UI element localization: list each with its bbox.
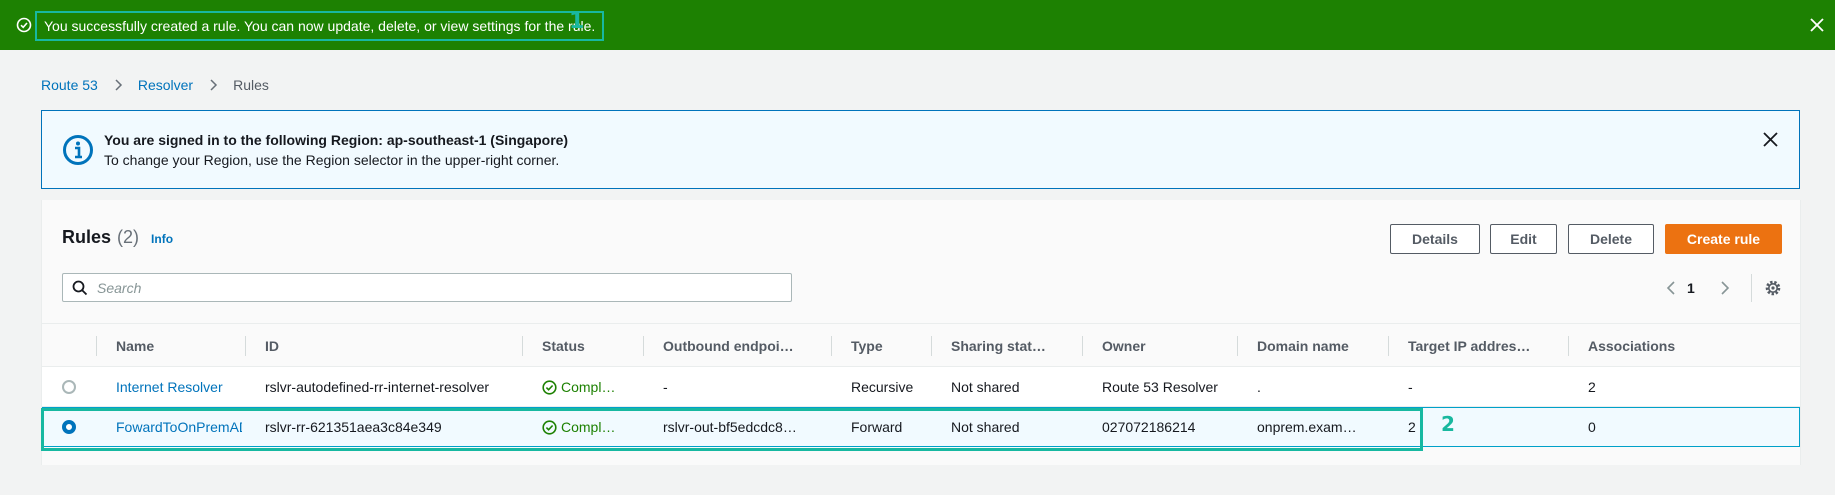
column-divider [1568,336,1569,356]
search-input[interactable] [97,278,777,298]
alert-description: To change your Region, use the Region se… [104,152,560,168]
breadcrumb-route53[interactable]: Route 53 [41,77,98,93]
annotation-marker-1: 1 [569,9,585,34]
column-divider [522,336,523,356]
outbound-endpoint: rslvr-out-bf5edcdc8… [663,419,797,435]
column-header-domain-name[interactable]: Domain name [1257,324,1349,368]
delete-button[interactable]: Delete [1568,224,1654,254]
search-icon [72,280,88,296]
table-row[interactable]: Internet Resolver rslvr-autodefined-rr-i… [42,367,1800,407]
outbound-endpoint: - [663,379,668,395]
create-rule-button[interactable]: Create rule [1665,224,1782,254]
flash-message: You successfully created a rule. You can… [35,11,605,41]
info-link[interactable]: Info [151,232,173,246]
column-divider [245,336,246,356]
owner: 027072186214 [1102,419,1196,435]
rule-type: Recursive [851,379,914,395]
target-ip: 2 [1408,419,1416,435]
rule-id: rslvr-rr-621351aea3c84e349 [265,419,442,435]
column-header-associations[interactable]: Associations [1588,324,1675,368]
column-divider [1388,336,1389,356]
breadcrumb-rules: Rules [233,77,269,93]
rule-status: Compl… [542,407,642,447]
rules-table: Name ID Status Outbound endpoi… Type Sha… [42,323,1800,447]
rule-type: Forward [851,419,903,435]
table-header: Name ID Status Outbound endpoi… Type Sha… [42,323,1800,367]
column-header-status[interactable]: Status [542,324,585,368]
column-divider [643,336,644,356]
close-icon[interactable] [1763,132,1778,147]
owner: Route 53 Resolver [1102,379,1218,395]
column-header-owner[interactable]: Owner [1102,324,1146,368]
rule-name-link[interactable]: FowardToOnPremAD [116,407,242,447]
page-number[interactable]: 1 [1687,280,1695,296]
column-header-id[interactable]: ID [265,324,279,368]
domain-name: . [1257,379,1261,395]
edit-button[interactable]: Edit [1490,224,1557,254]
column-header-target-ip[interactable]: Target IP addres… [1408,324,1530,368]
success-check-icon [542,420,557,435]
column-header-name[interactable]: Name [116,324,154,368]
gear-icon[interactable] [1764,279,1782,297]
row-select-radio[interactable] [62,420,76,434]
associations: 0 [1588,419,1596,435]
rule-id: rslvr-autodefined-rr-internet-resolver [265,379,490,395]
target-ip: - [1408,379,1413,395]
associations: 2 [1588,379,1596,395]
rule-name-link[interactable]: Internet Resolver [116,367,241,407]
rules-header: Rules (2) Info [62,227,173,248]
column-divider [1082,336,1083,356]
annotation-marker-2: 2 [1441,412,1455,436]
column-divider [1237,336,1238,356]
search-box [62,273,792,302]
column-header-outbound-endpoint[interactable]: Outbound endpoi… [663,324,794,368]
rules-count: (2) [117,227,140,247]
rules-title: Rules [62,227,112,247]
chevron-right-icon [210,79,218,91]
info-icon [63,135,93,165]
column-header-sharing-status[interactable]: Sharing stat… [951,324,1046,368]
success-check-icon [16,17,32,33]
row-select-radio[interactable] [62,380,76,394]
breadcrumb: Route 53 Resolver Rules [41,77,269,93]
alert-title: You are signed in to the following Regio… [104,132,569,148]
sharing-status: Not shared [951,379,1020,395]
region-info-alert: You are signed in to the following Regio… [41,110,1800,189]
success-check-icon [542,380,557,395]
sharing-status: Not shared [951,419,1020,435]
column-divider [831,336,832,356]
breadcrumb-resolver[interactable]: Resolver [138,77,193,93]
close-icon[interactable] [1810,18,1824,32]
domain-name: onprem.exam… [1257,419,1357,435]
table-row-selected[interactable]: FowardToOnPremAD rslvr-rr-621351aea3c84e… [42,407,1800,447]
column-divider [96,336,97,356]
status-text: Compl… [561,379,616,395]
chevron-left-icon[interactable] [1664,280,1680,296]
details-button[interactable]: Details [1390,224,1480,254]
rule-status: Compl… [542,367,642,407]
rules-panel: Rules (2) Info Details Edit Delete Creat… [41,200,1801,465]
column-divider [931,336,932,356]
success-flash-bar: You successfully created a rule. You can… [0,0,1835,50]
column-header-type[interactable]: Type [851,324,883,368]
chevron-right-icon [115,79,122,91]
divider [1751,274,1752,302]
chevron-right-icon[interactable] [1716,280,1732,296]
status-text: Compl… [561,419,616,435]
